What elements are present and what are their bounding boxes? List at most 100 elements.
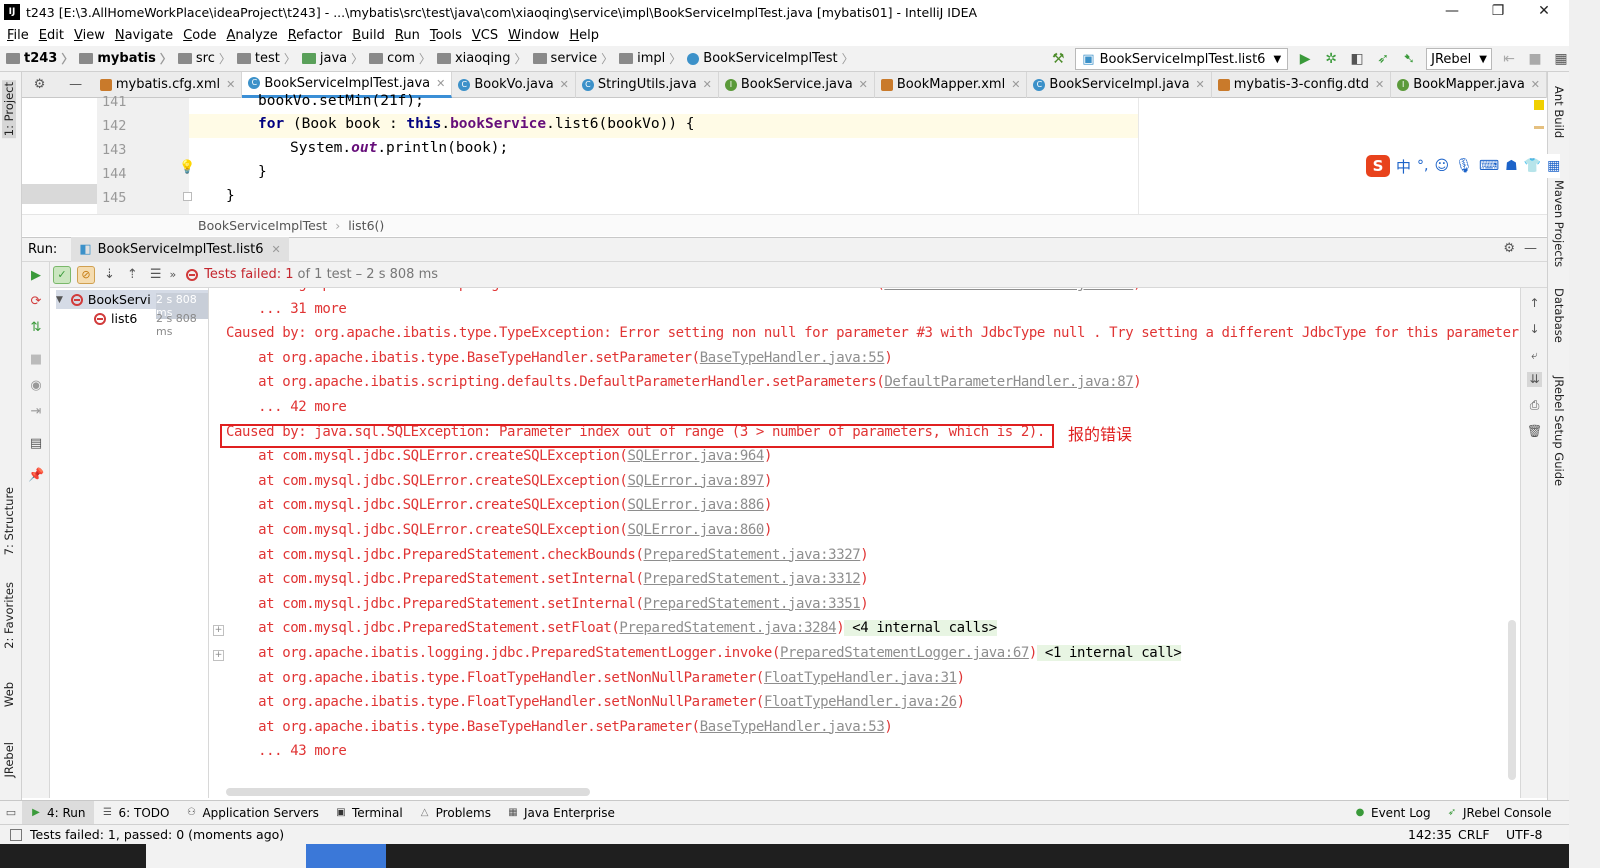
tool-windows-toggle-icon[interactable]: ▭ bbox=[0, 801, 22, 825]
close-tab-icon[interactable]: ✕ bbox=[1375, 78, 1384, 91]
editor-tab[interactable]: I BookMapper.java ✕ bbox=[1391, 71, 1547, 98]
close-tab-icon[interactable]: ✕ bbox=[226, 78, 235, 91]
coverage-icon[interactable]: ◧ bbox=[1346, 48, 1368, 70]
menu-navigate[interactable]: Navigate bbox=[112, 28, 180, 43]
rerun-icon[interactable]: ▶ bbox=[28, 268, 44, 284]
fold-icon[interactable] bbox=[183, 192, 192, 201]
menu-help[interactable]: Help bbox=[566, 28, 606, 43]
stacktrace-link[interactable]: PreparedStatementLogger.java:67 bbox=[780, 645, 1029, 661]
breadcrumb-java[interactable]: java 〉 bbox=[301, 50, 367, 67]
breadcrumb-method[interactable]: list6() bbox=[348, 218, 384, 233]
run-config-select[interactable]: ▣ BookServiceImplTest.list6 ▼ bbox=[1075, 48, 1289, 70]
lightbulb-icon[interactable]: 💡 bbox=[179, 160, 195, 175]
camera-icon[interactable]: ◉ bbox=[28, 378, 44, 394]
show-passed-icon[interactable]: ✓ bbox=[53, 265, 71, 284]
hide-icon[interactable]: — bbox=[69, 77, 82, 92]
editor-tab[interactable]: C BookVo.java ✕ bbox=[452, 71, 576, 98]
taskbar-item-active[interactable] bbox=[306, 844, 386, 868]
close-tab-icon[interactable]: ✕ bbox=[859, 78, 868, 91]
trash-icon[interactable]: 🗑 bbox=[1527, 424, 1542, 439]
stop-icon[interactable]: ■ bbox=[28, 352, 44, 368]
soft-wrap-icon[interactable]: ⤶ bbox=[1527, 348, 1542, 363]
menu-tools[interactable]: Tools bbox=[427, 28, 469, 43]
shirt-icon[interactable]: 👕 bbox=[1524, 158, 1541, 174]
pin-icon[interactable]: 📌 bbox=[28, 468, 44, 484]
breadcrumb-test[interactable]: test 〉 bbox=[236, 50, 300, 67]
horizontal-scrollbar[interactable] bbox=[226, 788, 590, 796]
emoji-icon[interactable]: ☺ bbox=[1434, 158, 1449, 174]
menu-vcs[interactable]: VCS bbox=[469, 28, 505, 43]
run-tab[interactable]: ◧ BookServiceImplTest.list6 ✕ bbox=[71, 237, 289, 262]
menu-refactor[interactable]: Refactor bbox=[285, 28, 350, 43]
line-separator[interactable]: CRLF bbox=[1458, 827, 1490, 842]
file-encoding[interactable]: UTF-8 bbox=[1506, 827, 1542, 842]
stacktrace-link[interactable]: BaseTypeHandler.java:55 bbox=[700, 350, 885, 366]
breadcrumb-com[interactable]: com 〉 bbox=[369, 50, 435, 67]
close-tab-icon[interactable]: ✕ bbox=[436, 77, 445, 90]
internal-calls-fold[interactable]: <4 internal calls> bbox=[844, 620, 997, 637]
expand-fold-icon[interactable]: + bbox=[213, 625, 224, 637]
user-icon[interactable]: ☗ bbox=[1505, 158, 1518, 174]
editor-tab[interactable]: BookMapper.xml ✕ bbox=[875, 71, 1028, 98]
tool-tab-project[interactable]: 1: Project bbox=[2, 80, 16, 139]
stacktrace-link[interactable]: PreparedStatement.java:3351 bbox=[644, 596, 861, 612]
tool-window-problems[interactable]: △ Problems bbox=[411, 801, 499, 825]
sort-alpha-icon[interactable]: ⇣ bbox=[104, 267, 115, 282]
keyboard-icon[interactable]: ⌨ bbox=[1479, 158, 1499, 174]
menu-analyze[interactable]: Analyze bbox=[223, 28, 284, 43]
minimize-button[interactable]: — bbox=[1429, 0, 1475, 24]
stacktrace-link[interactable]: BaseTypeHandler.java:53 bbox=[700, 719, 885, 735]
editor-tab[interactable]: mybatis-3-config.dtd ✕ bbox=[1212, 71, 1392, 98]
hide-icon[interactable]: — bbox=[1524, 241, 1537, 256]
jrebel-select[interactable]: JRebel ▼ bbox=[1426, 48, 1492, 70]
menu-edit[interactable]: Edit bbox=[36, 28, 71, 43]
tool-window-event-log[interactable]: ● Event Log bbox=[1346, 801, 1439, 825]
stacktrace-link[interactable]: PreparedStatement.java:3312 bbox=[644, 571, 861, 587]
import-icon[interactable]: ⇥ bbox=[28, 404, 44, 420]
stacktrace-link[interactable]: PreparedStatement.java:3284 bbox=[619, 620, 836, 636]
menu-build[interactable]: Build bbox=[349, 28, 392, 43]
internal-calls-fold[interactable]: <1 internal call> bbox=[1036, 645, 1182, 661]
menu-window[interactable]: Window bbox=[505, 28, 566, 43]
arrow-down-icon[interactable]: ↓ bbox=[1527, 322, 1542, 337]
toggle-auto-test-icon[interactable]: ⇅ bbox=[28, 320, 44, 336]
stacktrace-link[interactable]: FloatTypeHandler.java:26 bbox=[764, 694, 957, 710]
tool-tab-jrebel-setup-guide[interactable]: JRebel Setup Guide bbox=[1552, 376, 1566, 486]
maximize-button[interactable]: ❐ bbox=[1475, 0, 1521, 24]
close-tab-icon[interactable]: ✕ bbox=[1011, 78, 1020, 91]
tool-tab-structure[interactable]: 7: Structure bbox=[2, 487, 16, 555]
ime-language-toggle[interactable]: 中 bbox=[1396, 156, 1411, 177]
ime-punctuation-icon[interactable]: °, bbox=[1417, 158, 1428, 174]
status-toggle-icon[interactable] bbox=[10, 828, 22, 841]
close-tab-icon[interactable]: ✕ bbox=[1531, 78, 1540, 91]
close-tab-icon[interactable]: ✕ bbox=[1196, 78, 1205, 91]
sogou-logo-icon[interactable]: S bbox=[1366, 155, 1390, 177]
tool-window-run[interactable]: ▶ 4: Run bbox=[22, 800, 94, 825]
update-app-icon[interactable]: ⇤ bbox=[1498, 48, 1520, 70]
stop-icon[interactable]: ■ bbox=[1524, 48, 1546, 70]
stacktrace-link[interactable]: SQLError.java:964 bbox=[627, 448, 764, 464]
taskbar-item[interactable] bbox=[146, 844, 306, 868]
breadcrumb-bookserviceimpltest[interactable]: BookServiceImplTest 〉 bbox=[687, 50, 857, 67]
breadcrumb-class[interactable]: BookServiceImplTest bbox=[198, 218, 327, 233]
caret-position[interactable]: 142:35 bbox=[1408, 827, 1452, 842]
stacktrace-link[interactable]: FloatTypeHandler.java:31 bbox=[764, 670, 957, 686]
menu-code[interactable]: Code bbox=[180, 28, 223, 43]
run-icon[interactable]: ▶ bbox=[1294, 48, 1316, 70]
stacktrace-link[interactable]: DefaultParameterHandler.java:87 bbox=[884, 288, 1133, 292]
tool-tab-ant-build[interactable]: Ant Build bbox=[1552, 86, 1566, 138]
arrow-up-icon[interactable]: ↑ bbox=[1527, 296, 1542, 311]
layout-icon[interactable]: ▤ bbox=[28, 436, 44, 452]
gear-icon[interactable]: ⚙ bbox=[34, 77, 46, 92]
sort-duration-icon[interactable]: ⇡ bbox=[127, 267, 138, 282]
error-stripe-mark[interactable] bbox=[1534, 126, 1544, 129]
breadcrumb-src[interactable]: src 〉 bbox=[177, 50, 235, 67]
stacktrace-link[interactable]: SQLError.java:886 bbox=[627, 497, 764, 513]
code-editor[interactable]: 141 142 143 144 145 💡 bookVo.setMin(21f)… bbox=[22, 93, 1547, 214]
stacktrace-link[interactable]: SQLError.java:897 bbox=[627, 473, 764, 489]
stacktrace-link[interactable]: SQLError.java:860 bbox=[627, 522, 764, 538]
menu-file[interactable]: File bbox=[4, 28, 36, 43]
expand-all-icon[interactable]: ☰ bbox=[150, 267, 162, 282]
rerun-failed-icon[interactable]: ⟳ bbox=[28, 294, 44, 310]
breadcrumb-impl[interactable]: impl 〉 bbox=[619, 50, 685, 67]
